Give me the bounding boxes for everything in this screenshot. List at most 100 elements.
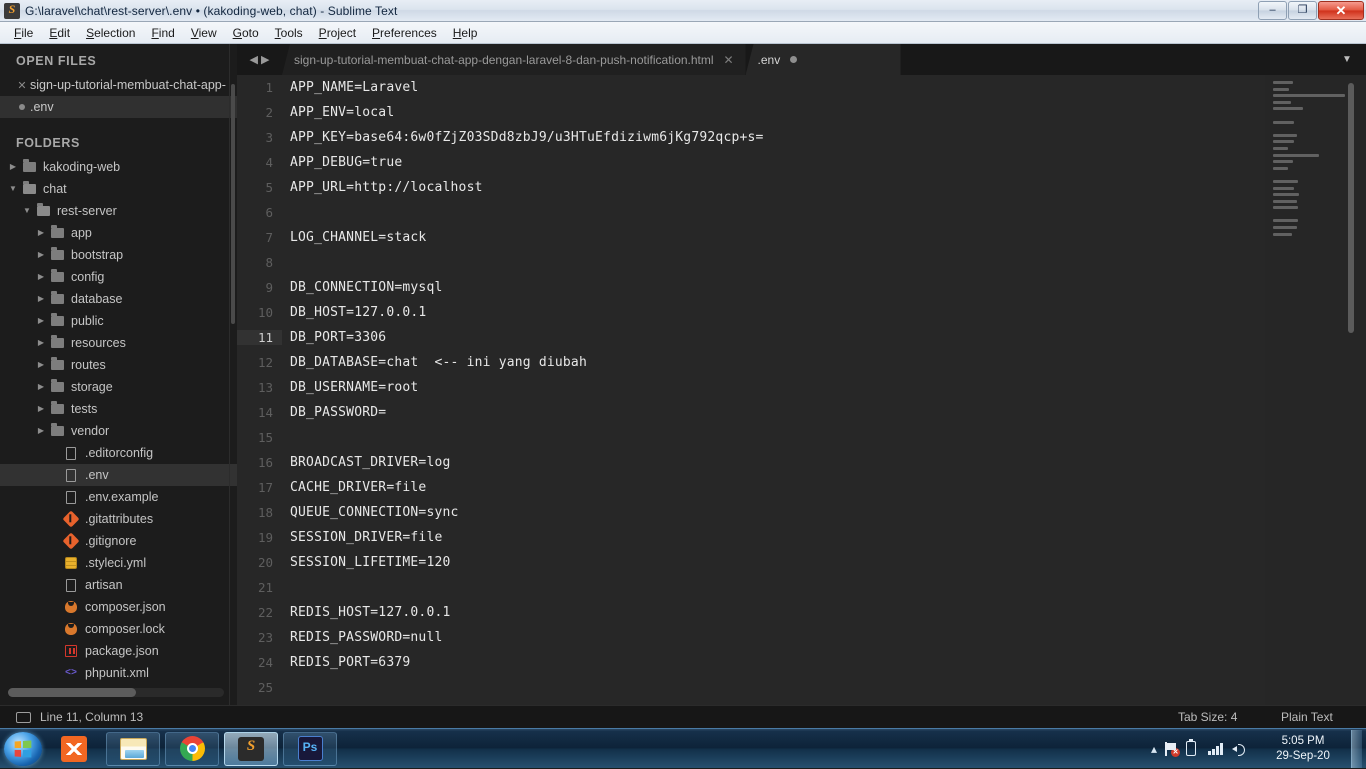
tree-file-item[interactable]: .gitignore [0,530,237,552]
chevron-right-icon[interactable]: ▶ [34,420,48,442]
menu-item-tools[interactable]: Tools [267,24,311,42]
syntax-mode-button[interactable]: Plain Text [1281,710,1333,724]
code-line[interactable]: 18 QUEUE_CONNECTION=sync [237,500,1366,525]
minimize-button[interactable]: – [1258,0,1287,20]
code-line[interactable]: 19 SESSION_DRIVER=file [237,525,1366,550]
restore-button[interactable]: ❐ [1288,0,1317,20]
minimap-scrollbar[interactable] [1348,83,1354,333]
code-line[interactable]: 13 DB_USERNAME=root [237,375,1366,400]
chevron-right-icon[interactable]: ▶ [34,244,48,266]
menu-item-preferences[interactable]: Preferences [364,24,445,42]
menu-item-edit[interactable]: Edit [41,24,78,42]
chevron-right-icon[interactable]: ▶ [34,266,48,288]
code-line[interactable]: 17 CACHE_DRIVER=file [237,475,1366,500]
code-line[interactable]: 21 [237,575,1366,600]
taskbar-clock[interactable]: 5:05 PM 29-Sep-20 [1260,734,1346,764]
tab-navigation-arrows[interactable]: ◀ ▶ [237,44,282,75]
code-line[interactable]: 9 DB_CONNECTION=mysql [237,275,1366,300]
editor-tab[interactable]: sign-up-tutorial-membuat-chat-app-dengan… [282,44,746,75]
code-line[interactable]: 25 [237,675,1366,700]
taskbar-xampp-button[interactable] [47,732,101,766]
code-line[interactable]: 4 APP_DEBUG=true [237,150,1366,175]
sidebar-vertical-scrollbar[interactable] [231,84,235,324]
tree-folder-item[interactable]: ▶ vendor [0,420,237,442]
chevron-down-icon[interactable]: ▼ [6,178,20,200]
windows-start-icon[interactable] [4,731,42,766]
close-button[interactable]: ✕ [1318,0,1364,20]
tree-file-item[interactable]: .editorconfig [0,442,237,464]
code-line[interactable]: 7 LOG_CHANNEL=stack [237,225,1366,250]
tree-folder-item[interactable]: ▶ bootstrap [0,244,237,266]
tree-folder-item[interactable]: ▶ kakoding-web [0,156,237,178]
chevron-up-icon[interactable]: ▴ [1144,742,1164,756]
code-line[interactable]: 12 DB_DATABASE=chat <-- ini yang diubah [237,350,1366,375]
menu-item-view[interactable]: View [183,24,225,42]
tab-close-icon[interactable]: ✕ [724,53,734,67]
code-line[interactable]: 16 BROADCAST_DRIVER=log [237,450,1366,475]
sidebar-horizontal-scrollbar[interactable] [8,688,224,697]
editor-tab[interactable]: .env [745,44,901,75]
minimap[interactable] [1265,75,1366,705]
code-line[interactable]: 22 REDIS_HOST=127.0.0.1 [237,600,1366,625]
tab-overflow-menu-button[interactable]: ▼ [1328,44,1366,75]
tree-folder-item[interactable]: ▼ chat [0,178,237,200]
tree-folder-item[interactable]: ▶ public [0,310,237,332]
taskbar-sublime-button[interactable] [224,731,278,766]
tree-file-item[interactable]: .env.example [0,486,237,508]
code-line[interactable]: 1 APP_NAME=Laravel [237,75,1366,100]
code-line[interactable]: 14 DB_PASSWORD= [237,400,1366,425]
tree-file-item[interactable]: .styleci.yml [0,552,237,574]
tree-file-item[interactable]: .gitattributes [0,508,237,530]
code-line[interactable]: 24 REDIS_PORT=6379 [237,650,1366,675]
chevron-right-icon[interactable]: ▶ [34,332,48,354]
chevron-right-icon[interactable]: ▶ [34,354,48,376]
close-icon[interactable]: ✕ [14,79,30,92]
tree-file-item[interactable]: composer.json [0,596,237,618]
tree-folder-item[interactable]: ▶ tests [0,398,237,420]
menu-item-find[interactable]: Find [143,24,182,42]
tree-folder-item[interactable]: ▶ config [0,266,237,288]
code-line[interactable]: 11 DB_PORT=3306 [237,325,1366,350]
code-line[interactable]: 15 [237,425,1366,450]
menu-item-help[interactable]: Help [445,24,486,42]
tab-size-button[interactable]: Tab Size: 4 [1178,710,1237,724]
chevron-right-icon[interactable]: ▶ [34,398,48,420]
code-line[interactable]: 10 DB_HOST=127.0.0.1 [237,300,1366,325]
code-line[interactable]: 20 SESSION_LIFETIME=120 [237,550,1366,575]
menu-item-project[interactable]: Project [311,24,364,42]
action-center-button[interactable]: ✕ [1164,741,1186,757]
battery-button[interactable] [1186,738,1208,756]
chevron-right-icon[interactable]: ▶ [34,222,48,244]
taskbar-photoshop-button[interactable] [283,731,337,766]
tree-file-item[interactable]: artisan [0,574,237,596]
chevron-right-icon[interactable]: ▶ [34,288,48,310]
tree-folder-item[interactable]: ▶ routes [0,354,237,376]
tree-file-item[interactable]: package.json [0,640,237,662]
open-file-item[interactable]: ✕ sign-up-tutorial-membuat-chat-app- [0,74,237,96]
code-line[interactable]: 2 APP_ENV=local [237,100,1366,125]
tree-file-item[interactable]: .env [0,464,237,486]
code-line[interactable]: 3 APP_KEY=base64:6w0fZjZ03SDd8zbJ9/u3HTuE… [237,125,1366,150]
chevron-down-icon[interactable]: ▼ [20,200,34,222]
menu-item-goto[interactable]: Goto [225,24,267,42]
show-desktop-button[interactable] [1351,729,1362,768]
code-line[interactable]: 5 APP_URL=http://localhost [237,175,1366,200]
open-file-item[interactable]: .env [0,96,237,118]
network-button[interactable] [1208,742,1232,755]
code-line[interactable]: 6 [237,200,1366,225]
code-line[interactable]: 8 [237,250,1366,275]
tree-folder-item[interactable]: ▼ rest-server [0,200,237,222]
tree-folder-item[interactable]: ▶ app [0,222,237,244]
taskbar-file-explorer-button[interactable] [106,731,160,766]
menu-item-file[interactable]: File [6,24,41,42]
chevron-right-icon[interactable]: ▶ [34,310,48,332]
code-line[interactable]: 23 REDIS_PASSWORD=null [237,625,1366,650]
chevron-right-icon[interactable]: ▶ [34,376,48,398]
volume-button[interactable] [1232,742,1256,756]
tree-file-item[interactable]: <> phpunit.xml [0,662,237,684]
taskbar-chrome-button[interactable] [165,731,219,766]
code-editor[interactable]: 1 APP_NAME=Laravel 2 APP_ENV=local 3 APP_KEY=… [237,75,1366,705]
chevron-right-icon[interactable]: ▶ [6,156,20,178]
tree-file-item[interactable]: composer.lock [0,618,237,640]
tree-folder-item[interactable]: ▶ storage [0,376,237,398]
